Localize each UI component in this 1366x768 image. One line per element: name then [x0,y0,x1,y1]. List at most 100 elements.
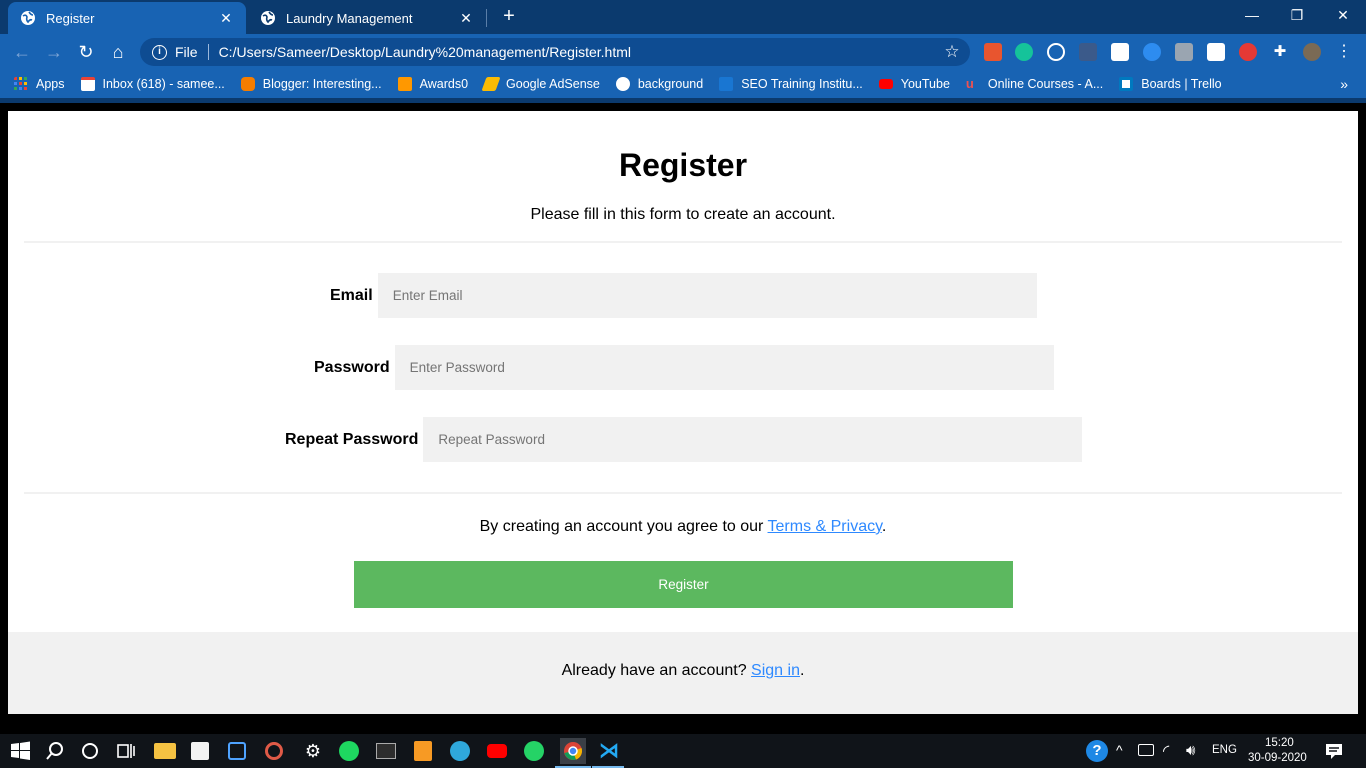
tab-register[interactable]: Register ✕ [8,2,246,34]
gmail-icon [80,77,95,91]
language-indicator[interactable]: ENG [1212,744,1237,756]
repeat-password-field[interactable] [423,417,1083,462]
forward-button[interactable]: → [42,41,66,63]
bookmark-blogger[interactable]: Blogger: Interesting... [240,77,382,91]
edge-icon[interactable] [450,741,470,761]
sign-in-link[interactable]: Sign in [751,662,800,679]
bookmark-star-icon[interactable]: ☆ [940,42,964,62]
close-tab-icon[interactable]: ✕ [218,10,234,27]
bookmark-label: Awards0 [419,77,469,91]
bookmark-label: Google AdSense [506,77,600,91]
app-icon[interactable] [228,742,246,760]
check-extension-icon[interactable] [1143,43,1161,61]
register-button[interactable]: Register [354,561,1013,608]
restore-button[interactable]: ❐ [1282,4,1312,26]
clock-time[interactable]: 15:20 [1265,737,1294,749]
new-tab-button[interactable]: + [498,5,520,27]
terms-text: By creating an account you agree to our [479,518,768,535]
bookmark-youtube[interactable]: YouTube [878,77,950,91]
tab-laundry-management[interactable]: Laundry Management ✕ [248,2,486,34]
reload-button[interactable]: ↻ [74,41,98,63]
back-button[interactable]: ← [10,41,34,63]
media-app-icon[interactable] [265,742,283,760]
repeat-password-row: Repeat Password [285,417,1083,462]
menu-icon[interactable]: ⋮ [1335,43,1353,61]
bookmark-label: Inbox (618) - samee... [102,77,225,91]
notifications-icon[interactable] [1323,740,1345,762]
volume-icon[interactable]: 🔊︎ [1186,742,1195,759]
youtube-icon [878,79,893,89]
email-label: Email [330,286,373,304]
bookmark-awards[interactable]: Awards0 [397,77,469,91]
email-field[interactable] [377,273,1037,318]
file-explorer-icon[interactable] [154,743,176,759]
terms-notice: By creating an account you agree to our … [24,518,1342,536]
battery-icon[interactable] [1138,744,1154,756]
settings-gear-icon[interactable]: ⚙ [302,740,324,762]
extension-icon[interactable] [1079,43,1097,61]
udemy-icon: u [965,76,974,91]
youtube-app-icon[interactable] [487,744,507,758]
bookmark-apps[interactable]: Apps [14,77,65,91]
bookmark-inbox[interactable]: Inbox (618) - samee... [80,77,225,91]
word-extension-icon[interactable] [1207,43,1225,61]
clock-date[interactable]: 30-09-2020 [1248,752,1307,764]
divider [24,241,1342,243]
address-bar[interactable]: i File C:/Users/Sameer/Desktop/Laundry%2… [140,38,970,66]
chrome-bottom-border [0,98,1366,103]
windows-start-icon[interactable] [10,740,32,762]
wifi-icon[interactable]: ◜ [1163,741,1169,761]
password-label: Password [314,358,390,376]
info-icon[interactable]: i [152,44,167,60]
profile-avatar[interactable] [1303,43,1321,61]
tab-title: Register [46,10,95,26]
tab-separator [486,9,487,27]
bookmark-seo-training[interactable]: SEO Training Institu... [719,77,863,91]
whatsapp-icon[interactable] [524,741,544,761]
bookmark-background[interactable]: background [615,77,704,91]
page-viewport: Register Please fill in this form to cre… [8,111,1358,714]
minimize-button[interactable]: — [1237,4,1267,26]
password-field[interactable] [394,345,1054,390]
adsense-icon [481,77,501,91]
bookmark-label: Blogger: Interesting... [262,77,382,91]
cortana-icon[interactable] [79,740,101,762]
bookmark-trello[interactable]: Boards | Trello [1119,77,1222,91]
sublime-text-icon[interactable] [414,741,432,761]
apps-grid-icon [14,77,27,90]
signin-text: Already have an account? [561,662,752,679]
vscode-icon[interactable]: ⋊ [598,740,620,762]
grammarly-icon[interactable] [1015,43,1033,61]
help-icon[interactable]: ? [1086,740,1108,762]
chrome-icon[interactable] [562,740,584,762]
search-icon[interactable] [44,740,66,762]
bookmark-label: Boards | Trello [1141,77,1222,91]
bookmark-label: background [637,77,704,91]
globe-icon [261,11,275,25]
seo-icon [719,77,734,91]
close-window-button[interactable]: ✕ [1328,4,1358,26]
command-prompt-icon[interactable] [376,743,396,759]
extension-icon[interactable] [1175,43,1193,61]
extension-icon[interactable] [984,43,1002,61]
page-title: Register [618,147,748,183]
extension-icon[interactable] [1111,43,1129,61]
bookmark-adsense[interactable]: Google AdSense [481,77,600,91]
terms-privacy-link[interactable]: Terms & Privacy [768,518,882,535]
react-devtools-icon[interactable] [1047,43,1065,61]
bookmark-label: SEO Training Institu... [741,77,863,91]
terms-period: . [881,518,887,535]
more-bookmarks-icon[interactable]: » [1340,76,1348,92]
close-tab-icon[interactable]: ✕ [458,10,474,27]
chevron-up-icon[interactable]: ^ [1116,742,1123,758]
blogger-icon [240,77,255,91]
spotify-icon[interactable] [339,741,359,761]
home-button[interactable]: ⌂ [106,41,130,63]
extensions-puzzle-icon[interactable]: ✚ [1271,43,1289,61]
url-text[interactable]: C:/Users/Sameer/Desktop/Laundry%20manage… [219,44,940,60]
block-extension-icon[interactable] [1239,43,1257,61]
bookmark-online-courses[interactable]: u Online Courses - A... [965,76,1103,92]
browser-toolbar: ← → ↻ ⌂ i File C:/Users/Sameer/Desktop/L… [0,34,1366,70]
store-icon[interactable] [191,742,209,760]
task-view-icon[interactable] [115,740,137,762]
